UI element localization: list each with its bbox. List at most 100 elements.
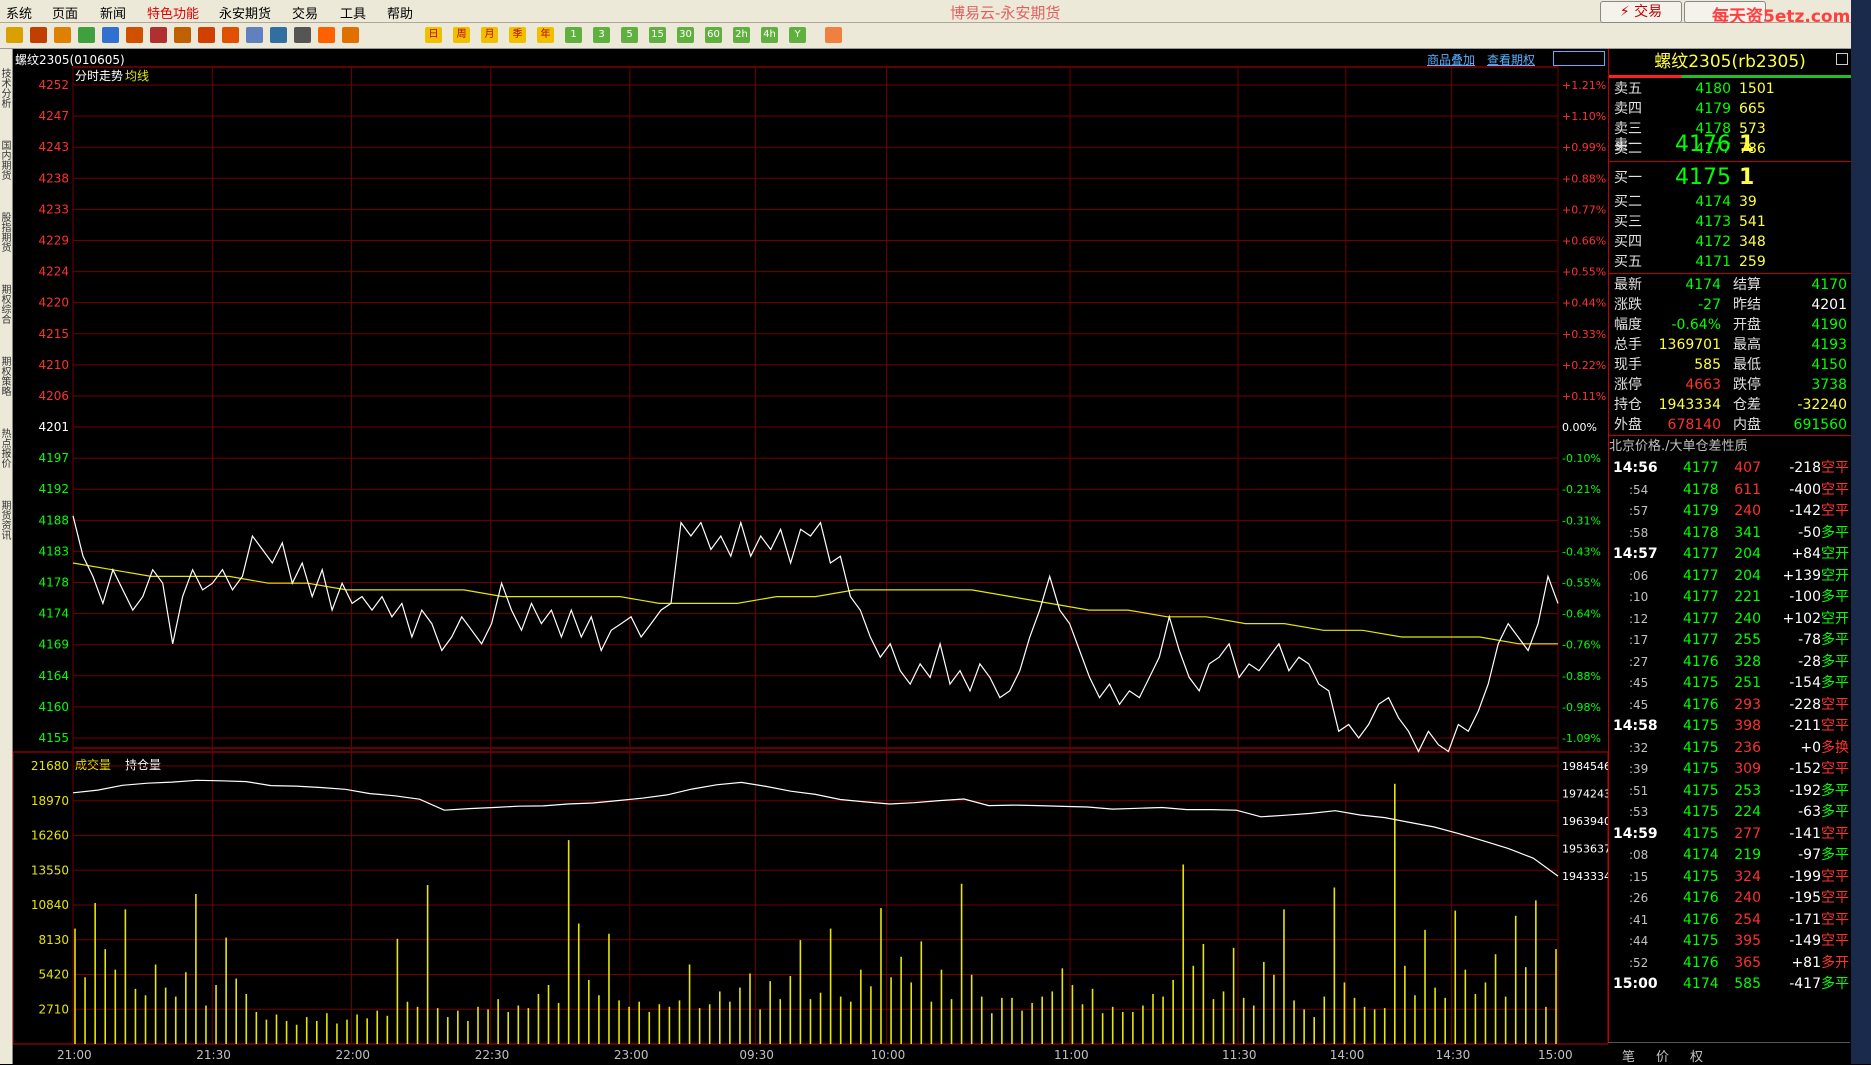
period-button[interactable]: 60 (705, 27, 722, 43)
home-icon[interactable] (30, 27, 47, 43)
period-button[interactable]: Y (789, 27, 806, 43)
intraday-chart[interactable]: 4252 +1.21% 4247 +1.10% 4243 +0.99% 4238 +0.88%… (13, 49, 1608, 1064)
stat-row: 持仓 1943334 仓差 -32240 (1609, 395, 1851, 415)
stat-label: 昨结 (1733, 297, 1761, 313)
stat-label: 现手 (1614, 357, 1642, 373)
tick-nature: 空平 (1821, 761, 1849, 777)
percent-tick-label: +1.21% (1562, 79, 1606, 92)
period-button[interactable]: 月 (481, 27, 498, 43)
ask-volume: 665 (1739, 101, 1766, 117)
percent-tick-label: +0.77% (1562, 203, 1606, 216)
table-icon[interactable] (294, 27, 311, 43)
price-tick-label: 4174 (38, 607, 69, 621)
zoom-in-icon[interactable] (126, 27, 143, 43)
tick-icon[interactable] (342, 27, 359, 43)
left-tab[interactable]: 股指期货 (0, 199, 12, 265)
back-icon[interactable] (6, 27, 23, 43)
tick-volume: 204 (1734, 567, 1761, 584)
stat-label: 仓差 (1733, 397, 1761, 413)
period-button[interactable]: 季 (509, 27, 526, 43)
tick-nature: 多平 (1821, 632, 1849, 648)
calendar-icon[interactable] (825, 27, 842, 43)
percent-tick-label: -0.64% (1562, 608, 1601, 621)
percent-tick-label: +0.11% (1562, 390, 1606, 403)
percent-tick-label: -0.55% (1562, 577, 1601, 590)
tick-volume: 309 (1734, 761, 1761, 777)
time-tick-label: 22:30 (474, 1048, 510, 1062)
time-tick-label: 21:30 (196, 1048, 231, 1062)
left-tab[interactable]: 热点报价 (0, 415, 12, 481)
menu-news[interactable]: 新闻 (100, 3, 126, 22)
tick-nature: 多平 (1821, 804, 1849, 820)
menu-tools[interactable]: 工具 (340, 3, 366, 22)
volume-tick-label: 8130 (38, 933, 69, 947)
tick-row: :10 4177 221 -100 多平 (1609, 586, 1851, 608)
tick-price: 4175 (1683, 804, 1719, 820)
period-button[interactable]: 日 (425, 27, 442, 43)
tab-ticks[interactable]: 笔 (1622, 1046, 1635, 1065)
news-icon[interactable] (78, 27, 95, 43)
trade-button[interactable]: ⚡ 交易 (1600, 1, 1682, 23)
price-tick-label: 4252 (38, 78, 69, 92)
tick-nature: 多平 (1821, 976, 1849, 992)
tick-price: 4174 (1683, 976, 1719, 992)
tick-header-oi: 仓差 (1695, 439, 1722, 454)
funnel-icon[interactable] (246, 27, 263, 43)
period-button[interactable]: 15 (649, 27, 666, 43)
tick-oi: -63 (1798, 804, 1821, 820)
tab-price[interactable]: 价 (1656, 1046, 1669, 1065)
price-tick-label: 4169 (38, 638, 69, 652)
menu-yongan-futures[interactable]: 永安期货 (219, 3, 271, 22)
stat-label: 外盘 (1614, 417, 1642, 433)
period-button[interactable]: 30 (677, 27, 694, 43)
period-button[interactable]: 5 (621, 27, 638, 43)
percent-tick-label: +0.33% (1562, 328, 1606, 341)
left-tab[interactable]: 国内期货 (0, 127, 12, 193)
price-tick-label: 4229 (38, 233, 69, 247)
tick-volume: 277 (1734, 825, 1761, 842)
left-tab[interactable]: 期权综合 (0, 271, 12, 337)
menu-features[interactable]: 特色功能 (147, 3, 199, 22)
window-icon[interactable] (174, 27, 191, 43)
tick-nature: 空平 (1821, 890, 1849, 906)
flow-icon[interactable] (270, 27, 287, 43)
left-tab[interactable]: 技术分析 (0, 55, 12, 121)
menu-bar: 系统 页面 新闻 特色功能 永安期货 交易 工具 帮助 博易云-永安期货 ⚡ 交… (0, 0, 1871, 27)
stat-value: 691560 (1793, 417, 1847, 433)
stat-row: 外盘 678140 内盘 691560 (1609, 415, 1851, 435)
volume-tick-label: 13550 (31, 863, 69, 877)
zoom-out-icon[interactable] (150, 27, 167, 43)
tick-volume: 407 (1734, 460, 1761, 476)
tick-price: 4176 (1683, 696, 1719, 713)
period-button[interactable]: 周 (453, 27, 470, 43)
tick-time: 14:59 (1613, 825, 1658, 842)
tick-oi: -195 (1789, 890, 1821, 906)
price-tick-label: 4210 (38, 358, 69, 372)
tick-price: 4178 (1683, 481, 1719, 498)
trend-icon[interactable] (318, 27, 335, 43)
bid-label: 买二 (1614, 194, 1642, 210)
menu-trade[interactable]: 交易 (292, 3, 318, 22)
pen-icon[interactable] (198, 27, 215, 43)
menu-help[interactable]: 帮助 (387, 3, 413, 22)
period-button[interactable]: 年 (537, 27, 554, 43)
maximize-icon[interactable] (1836, 53, 1848, 65)
period-button[interactable]: 3 (593, 27, 610, 43)
chart-area[interactable]: 螺纹2305(010605) 商品叠加 查看期权 4252 +1.21% 4247 +… (13, 49, 1608, 1064)
percent-tick-label: -0.98% (1562, 701, 1601, 714)
period-button[interactable]: 2h (733, 27, 750, 43)
tab-options[interactable]: 权 (1690, 1046, 1703, 1065)
ask-volume: 1501 (1739, 81, 1775, 97)
bookmark-icon[interactable] (54, 27, 71, 43)
left-tab[interactable]: 期货资讯 (0, 487, 12, 553)
menu-system[interactable]: 系统 (6, 3, 32, 22)
fire-icon[interactable] (222, 27, 239, 43)
stat-value: 4190 (1811, 317, 1847, 333)
volume-tick-label: 18970 (31, 794, 69, 808)
period-button[interactable]: 1 (565, 27, 582, 43)
refresh-icon[interactable] (102, 27, 119, 43)
menu-page[interactable]: 页面 (52, 3, 78, 22)
left-tab[interactable]: 期权策略 (0, 343, 12, 409)
period-button[interactable]: 4h (761, 27, 778, 43)
tick-price: 4175 (1683, 739, 1719, 756)
